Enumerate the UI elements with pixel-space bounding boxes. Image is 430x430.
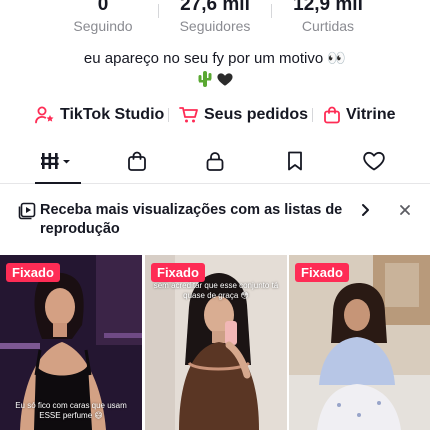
following-label: Seguindo (73, 18, 133, 34)
lock-icon (204, 150, 226, 172)
shop-bag-icon (126, 150, 148, 172)
shopping-bag-icon (323, 106, 341, 124)
video-thumbnail[interactable]: Fixado sem acreditar que esse conjunto t… (145, 255, 287, 430)
tab-private[interactable] (193, 146, 237, 176)
tab-favorites[interactable] (273, 146, 317, 176)
pinned-badge: Fixado (6, 263, 60, 282)
active-tab-indicator (35, 182, 81, 184)
close-icon[interactable] (398, 203, 412, 217)
cart-icon (179, 106, 199, 124)
chevron-right-icon[interactable] (358, 202, 372, 218)
pinned-badge: Fixado (295, 263, 349, 282)
videos-grid-icon (40, 151, 74, 171)
stat-divider (271, 4, 272, 18)
bio-emojis (0, 69, 430, 89)
banner-text: Receba mais visualizações com as listas … (40, 202, 343, 237)
video-thumbnail[interactable]: Fixado (289, 255, 430, 430)
followers-count: 27,6 mil (180, 0, 250, 15)
profile-stats: 0 Seguindo 27,6 mil Seguidores 12,9 mil … (0, 0, 430, 38)
shortcut-divider (312, 108, 313, 122)
video-grid: Fixado Eu só fico com caras que usam ESS… (0, 255, 430, 430)
orders-label: Seus pedidos (204, 106, 309, 123)
stat-following[interactable]: 0 Seguindo (48, 0, 158, 35)
showcase-button[interactable]: Vitrine (323, 103, 396, 127)
video-caption: sem acreditar que esse conjunto tá quase… (153, 281, 279, 300)
playlist-banner[interactable]: Receba mais visualizações com as listas … (0, 198, 430, 244)
profile-tabs (0, 140, 430, 184)
tab-shop[interactable] (115, 146, 159, 176)
stat-followers[interactable]: 27,6 mil Seguidores (160, 0, 270, 35)
heart-icon (362, 150, 386, 172)
likes-count: 12,9 mil (293, 0, 363, 15)
tiktok-studio-label: TikTok Studio (60, 106, 165, 123)
profile-shortcuts: TikTok Studio Seus pedidos Vitrine (0, 103, 430, 127)
tab-liked[interactable] (352, 146, 396, 176)
shortcut-divider (168, 108, 169, 122)
stat-divider (158, 4, 159, 18)
cactus-emoji (197, 69, 213, 89)
tiktok-studio-button[interactable]: TikTok Studio (35, 103, 164, 127)
bio-text: eu apareço no seu fy por um motivo 👀 (83, 50, 347, 67)
bookmark-icon (285, 150, 305, 172)
orders-button[interactable]: Seus pedidos (179, 103, 308, 127)
video-caption: Eu só fico com caras que usam ESSE perfu… (15, 401, 127, 420)
likes-label: Curtidas (301, 18, 355, 34)
person-star-icon (35, 106, 55, 124)
showcase-label: Vitrine (346, 106, 396, 123)
stat-likes[interactable]: 12,9 mil Curtidas (273, 0, 383, 35)
video-thumbnail[interactable]: Fixado Eu só fico com caras que usam ESS… (0, 255, 142, 430)
playlist-icon (18, 202, 36, 220)
following-count: 0 (97, 0, 109, 15)
black-heart-emoji (216, 69, 234, 89)
tab-videos[interactable] (35, 146, 79, 176)
pinned-badge: Fixado (151, 263, 205, 282)
followers-label: Seguidores (179, 18, 251, 34)
